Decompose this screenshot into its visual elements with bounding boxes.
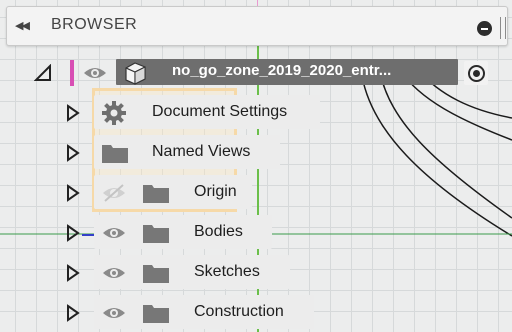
- expand-triangle-icon[interactable]: [66, 104, 80, 122]
- panel-drag-handle[interactable]: [500, 17, 506, 39]
- tree-row-named-views[interactable]: Named Views: [0, 133, 512, 171]
- tree-row-origin[interactable]: Origin: [0, 173, 512, 211]
- tree-row-document-settings[interactable]: Document Settings: [0, 93, 512, 131]
- eye-icon[interactable]: [101, 263, 127, 283]
- eye-icon[interactable]: [101, 223, 127, 243]
- gear-icon: [102, 101, 126, 125]
- tree-row-bodies[interactable]: Bodies: [0, 213, 512, 251]
- tree-item-label: Origin: [194, 183, 237, 200]
- collapse-triangle-icon[interactable]: [34, 64, 52, 82]
- tree-item-label: Named Views: [152, 143, 251, 160]
- expand-triangle-icon[interactable]: [66, 264, 80, 282]
- active-component-marker: [70, 60, 74, 86]
- browser-panel-header: ◀◀ BROWSER: [6, 6, 508, 46]
- folder-icon: [143, 225, 169, 243]
- minimize-button[interactable]: [477, 21, 492, 36]
- folder-icon: [143, 185, 169, 203]
- expand-triangle-icon[interactable]: [66, 184, 80, 202]
- expand-triangle-icon[interactable]: [66, 144, 80, 162]
- panel-title: BROWSER: [51, 16, 138, 33]
- expand-triangle-icon[interactable]: [66, 224, 80, 242]
- component-cube-icon: [125, 62, 146, 85]
- tree-item-label: Document Settings: [152, 103, 288, 120]
- tree-item-label: Sketches: [194, 263, 260, 280]
- expand-triangle-icon[interactable]: [66, 304, 80, 322]
- folder-icon: [102, 145, 128, 163]
- tree-row-sketches[interactable]: Sketches: [0, 253, 512, 291]
- folder-icon: [143, 265, 169, 283]
- tree-item-label: Construction: [194, 303, 284, 320]
- eye-hidden-icon[interactable]: [101, 183, 127, 203]
- eye-icon[interactable]: [101, 303, 127, 323]
- folder-icon: [143, 305, 169, 323]
- double-left-arrow-icon[interactable]: ◀◀: [15, 18, 37, 34]
- tree-item-label: Bodies: [194, 223, 243, 240]
- eye-icon[interactable]: [82, 63, 108, 83]
- tree-row-construction[interactable]: Construction: [0, 293, 512, 331]
- activate-radio-icon[interactable]: [464, 61, 488, 85]
- root-component-label[interactable]: no_go_zone_2019_2020_entr...: [172, 62, 391, 79]
